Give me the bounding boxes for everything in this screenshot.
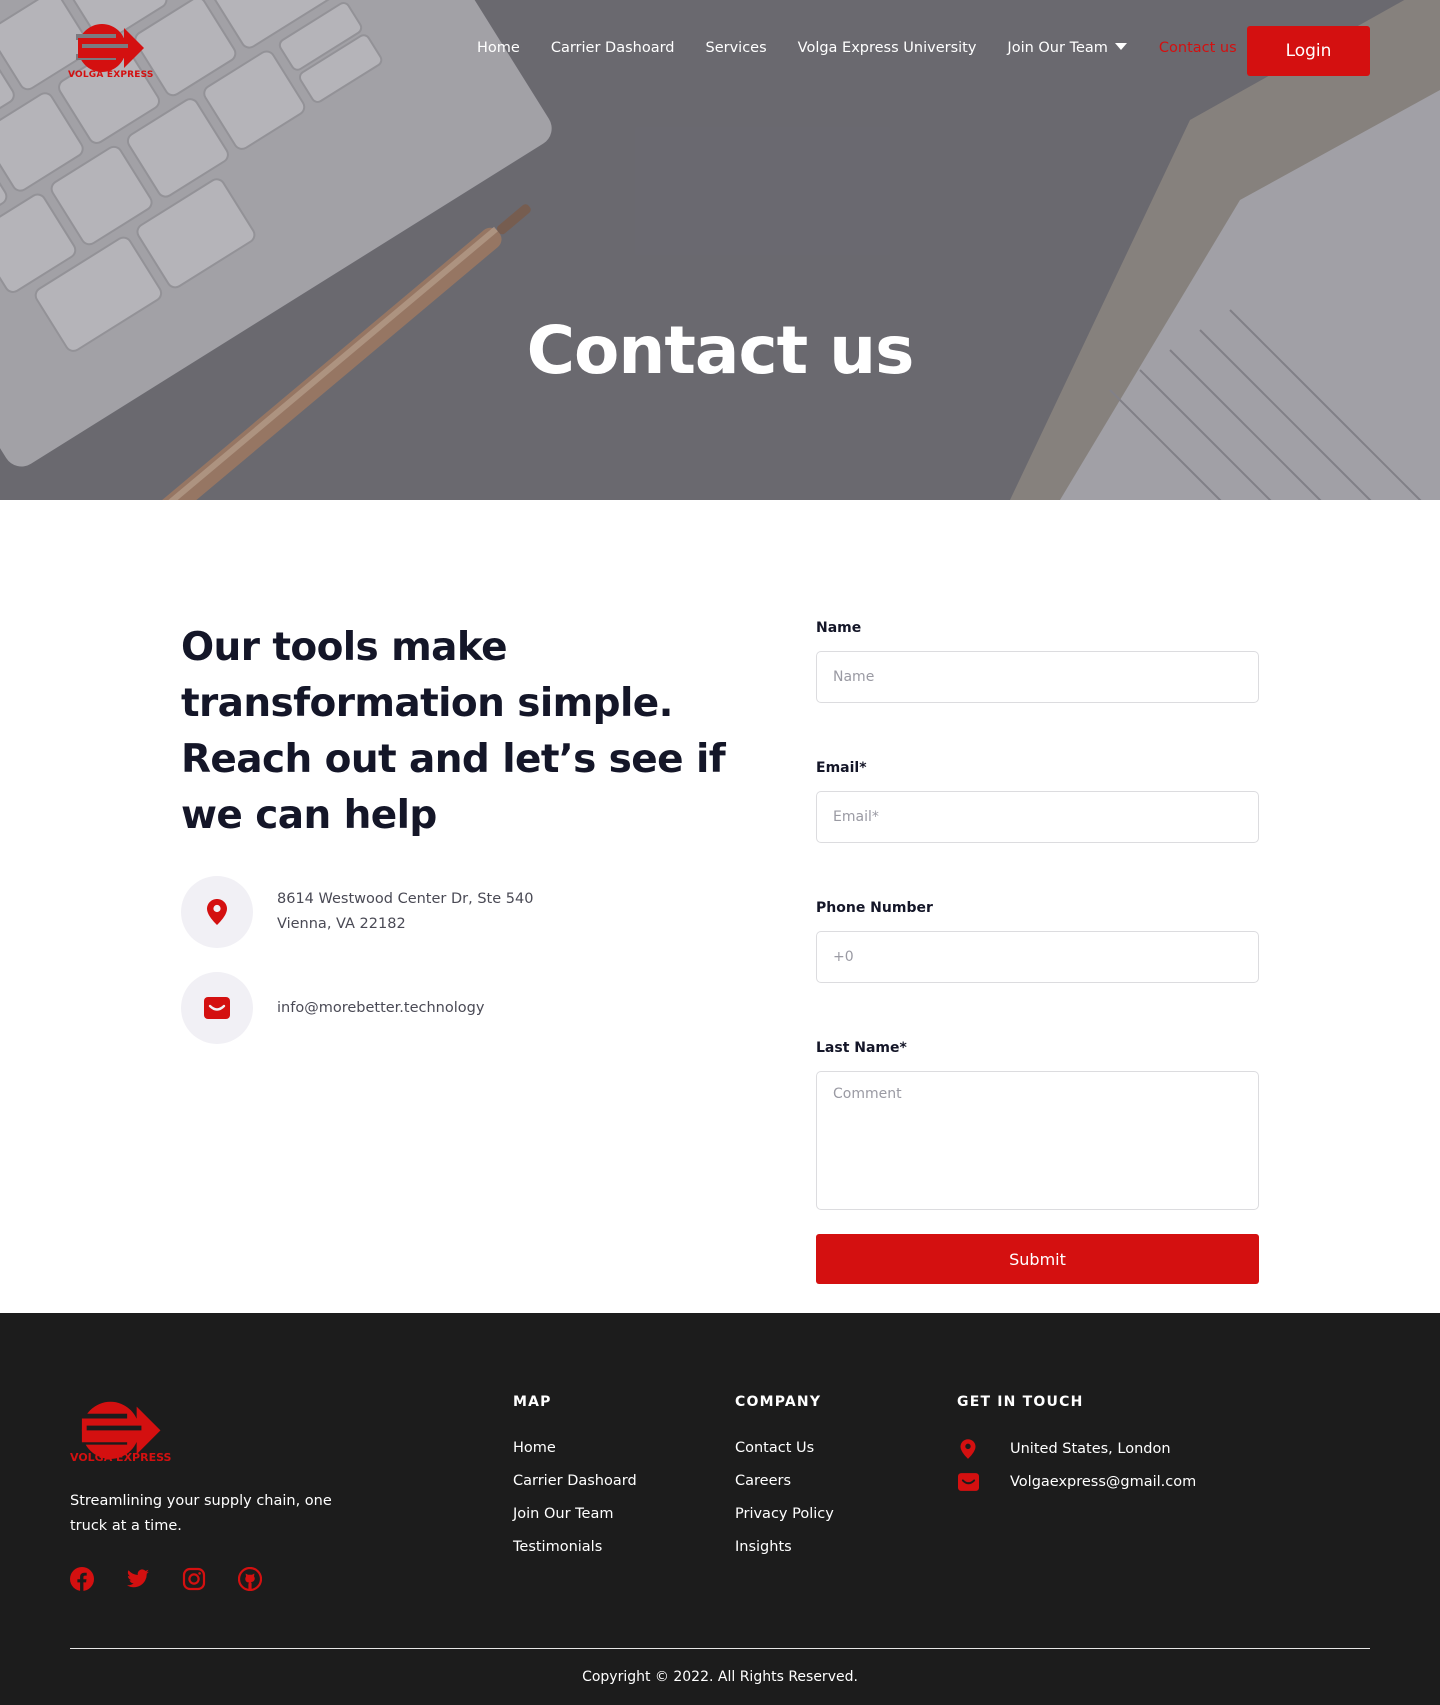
mail-icon — [957, 1472, 979, 1491]
chevron-down-icon — [1114, 43, 1127, 50]
logo-arrow-icon — [76, 24, 144, 72]
mail-icon — [204, 997, 230, 1019]
footer-link-careers[interactable]: Careers — [735, 1472, 834, 1491]
location-pin-icon — [960, 1438, 976, 1459]
nav-join-label: Join Our Team — [1007, 40, 1108, 56]
comment-textarea[interactable] — [816, 1071, 1259, 1210]
facebook-icon[interactable] — [70, 1567, 94, 1591]
footer: VOLGA EXPRESS Streamlining your supply c… — [0, 1313, 1440, 1705]
get-in-touch-heading: GET IN TOUCH — [957, 1394, 1084, 1410]
footer-location-text: United States, London — [1010, 1440, 1171, 1457]
footer-link-contact-us[interactable]: Contact Us — [735, 1439, 834, 1458]
twitter-icon[interactable] — [126, 1567, 150, 1591]
footer-location-icon — [957, 1438, 979, 1460]
name-input[interactable] — [816, 651, 1259, 703]
address-text: 8614 Westwood Center Dr, Ste 540 Vienna,… — [277, 887, 533, 937]
nav-carrier-dashboard[interactable]: Carrier Dashoard — [551, 40, 675, 56]
nav-university[interactable]: Volga Express University — [798, 40, 977, 56]
address-line-1: 8614 Westwood Center Dr, Ste 540 — [277, 891, 534, 907]
instagram-icon[interactable] — [182, 1567, 206, 1591]
phone-label: Phone Number — [816, 900, 933, 916]
phone-input[interactable] — [816, 931, 1259, 983]
nav-services[interactable]: Services — [706, 40, 767, 56]
map-heading: MAP — [513, 1394, 552, 1410]
footer-link-privacy-policy[interactable]: Privacy Policy — [735, 1505, 834, 1524]
nav-join-our-team[interactable]: Join Our Team — [1007, 40, 1127, 56]
footer-tagline: Streamlining your supply chain, one truc… — [70, 1493, 332, 1534]
footer-company-column: COMPANY Contact Us Careers Privacy Polic… — [735, 1394, 834, 1557]
nav-home[interactable]: Home — [477, 40, 520, 56]
submit-button[interactable]: Submit — [816, 1234, 1259, 1284]
email-text[interactable]: info@morebetter.technology — [277, 996, 484, 1021]
hero-overlay — [0, 0, 1440, 500]
footer-link-insights[interactable]: Insights — [735, 1538, 834, 1557]
copyright-text: Copyright © 2022. All Rights Reserved. — [582, 1669, 858, 1685]
email-icon-circle — [181, 972, 253, 1044]
email-input[interactable] — [816, 791, 1259, 843]
github-icon[interactable] — [238, 1567, 262, 1591]
contact-form: Name Email* Phone Number Last Name* Subm… — [816, 620, 1259, 1284]
logo-text: VOLGA EXPRESS — [68, 70, 154, 80]
footer-link-testimonials[interactable]: Testimonials — [513, 1538, 637, 1557]
footer-map-column: MAP Home Carrier Dashoard Join Our Team … — [513, 1394, 637, 1557]
footer-location-row: United States, London — [957, 1438, 1196, 1460]
address-line-2: Vienna, VA 22182 — [277, 916, 406, 932]
main-nav: Home Carrier Dashoard Services Volga Exp… — [477, 40, 1237, 56]
email-label: Email* — [816, 760, 867, 776]
login-button[interactable]: Login — [1247, 26, 1370, 76]
location-pin-icon — [207, 899, 227, 925]
nav-contact-us[interactable]: Contact us — [1159, 40, 1237, 56]
address-info: 8614 Westwood Center Dr, Ste 540 Vienna,… — [181, 876, 533, 948]
email-info: info@morebetter.technology — [181, 972, 484, 1044]
page-title: Contact us — [526, 312, 915, 389]
hero-banner: Contact us — [0, 0, 1440, 500]
footer-link-carrier-dashboard[interactable]: Carrier Dashoard — [513, 1472, 637, 1491]
footer-link-home[interactable]: Home — [513, 1439, 637, 1458]
header-logo[interactable]: VOLGA EXPRESS — [68, 18, 154, 84]
footer-logo-text: VOLGA EXPRESS — [70, 1451, 172, 1464]
company-heading: COMPANY — [735, 1394, 822, 1410]
footer-mail-icon — [957, 1471, 979, 1493]
intro-headline: Our tools make transformation simple. Re… — [181, 625, 726, 838]
footer-email-text[interactable]: Volgaexpress@gmail.com — [1010, 1474, 1196, 1490]
footer-email-row: Volgaexpress@gmail.com — [957, 1472, 1196, 1491]
social-links — [70, 1567, 294, 1591]
footer-divider — [70, 1648, 1370, 1649]
name-label: Name — [816, 620, 862, 636]
footer-link-join-our-team[interactable]: Join Our Team — [513, 1505, 637, 1524]
footer-touch-column: GET IN TOUCH United States, London Volga… — [957, 1394, 1196, 1491]
comment-label: Last Name* — [816, 1040, 907, 1056]
address-icon-circle — [181, 876, 253, 948]
